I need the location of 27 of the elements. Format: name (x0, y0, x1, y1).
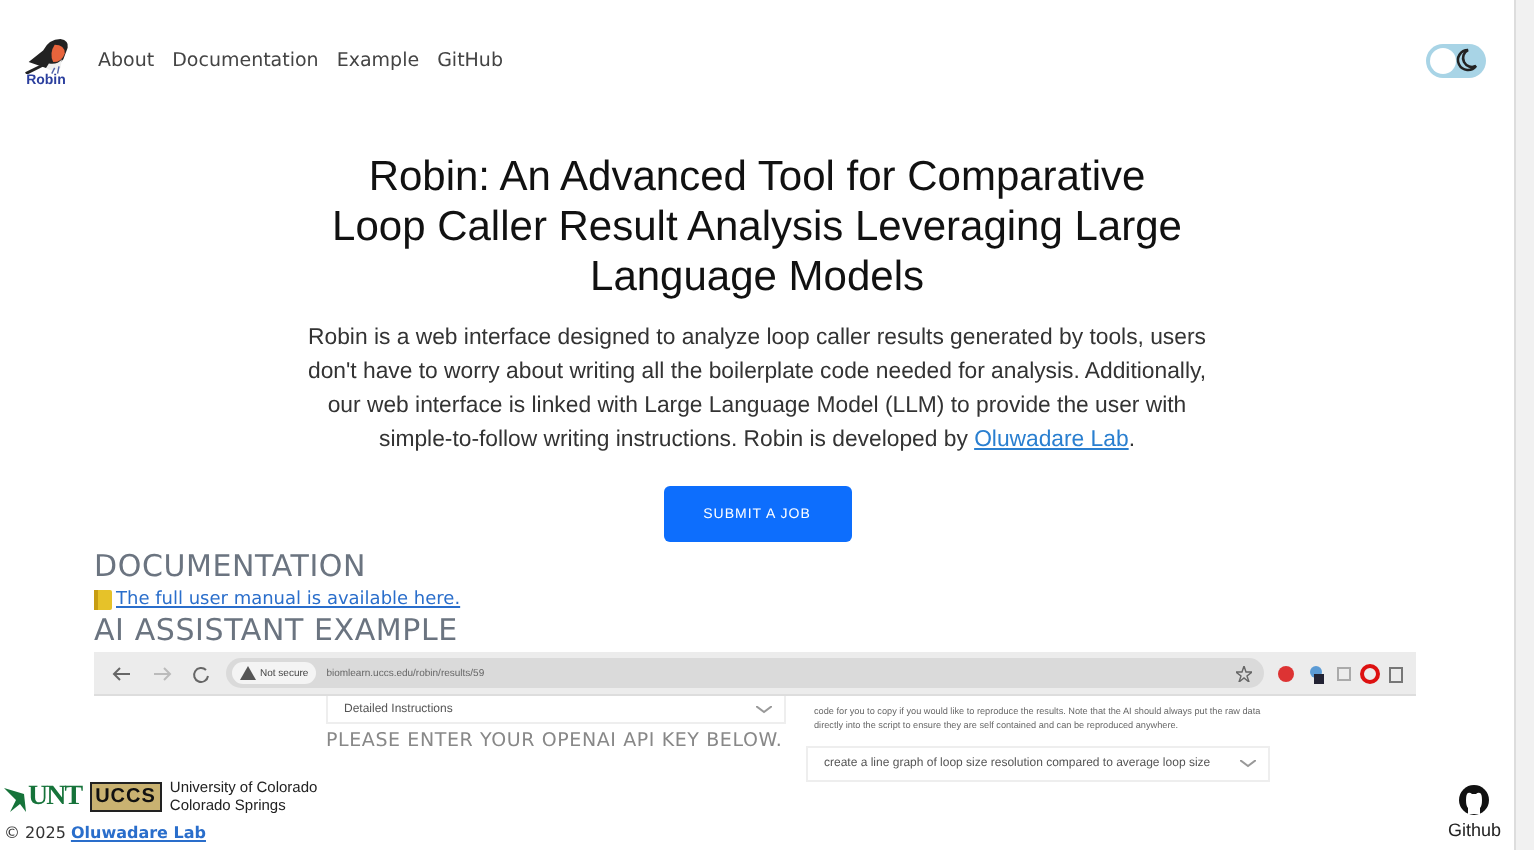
notebook-icon (94, 590, 112, 610)
copyright-text: © 2025 Oluwadare Lab (4, 824, 206, 842)
unt-logo: UNT (4, 781, 82, 813)
github-link[interactable]: Github (1448, 784, 1502, 840)
nav-link[interactable]: About (98, 49, 155, 71)
page-title: Robin: An Advanced Tool for Comparative Loop Caller Result Analysis Leveraging Large Language Models (330, 152, 1184, 302)
lab-link[interactable]: Oluwadare Lab (974, 428, 1129, 452)
lab-link[interactable]: Oluwadare Lab (70, 824, 206, 842)
warning-icon (240, 666, 256, 680)
chevron-down-icon (1240, 760, 1256, 768)
moon-icon (1454, 48, 1478, 72)
nav-link[interactable]: Documentation (172, 49, 319, 71)
description: Robin is a web interface designed to analyze loop caller results generated by tools, users don't have to worry about writing all the boilerplate code needed for analysis. Additionally, our web interface is linked with Large Language Model (LLM) to provide the user with simple-to-follow writing instructions. Robin is developed by Oluwadare Lab. (307, 324, 1207, 456)
section-heading: DOCUMENTATION (94, 550, 369, 584)
uccs-logo: UCCS (89, 782, 162, 812)
nav-link[interactable]: GitHub (437, 49, 503, 71)
section-heading: AI ASSISTANT EXAMPLE (94, 614, 460, 648)
star-icon (1236, 665, 1252, 681)
theme-toggle[interactable] (1426, 43, 1486, 77)
chevron-down-icon (756, 705, 772, 713)
nav-link[interactable]: Example (336, 49, 420, 71)
manual-link[interactable]: The full user manual is available here. (116, 590, 461, 610)
github-icon (1458, 784, 1491, 816)
extension-icons-drawing (1276, 663, 1404, 683)
navigation-icons-drawing (110, 663, 214, 683)
scrollbar[interactable] (1514, 0, 1534, 850)
prompt-heading: PLEASE ENTER YOUR OPENAI API KEY BELOW. (326, 730, 785, 754)
